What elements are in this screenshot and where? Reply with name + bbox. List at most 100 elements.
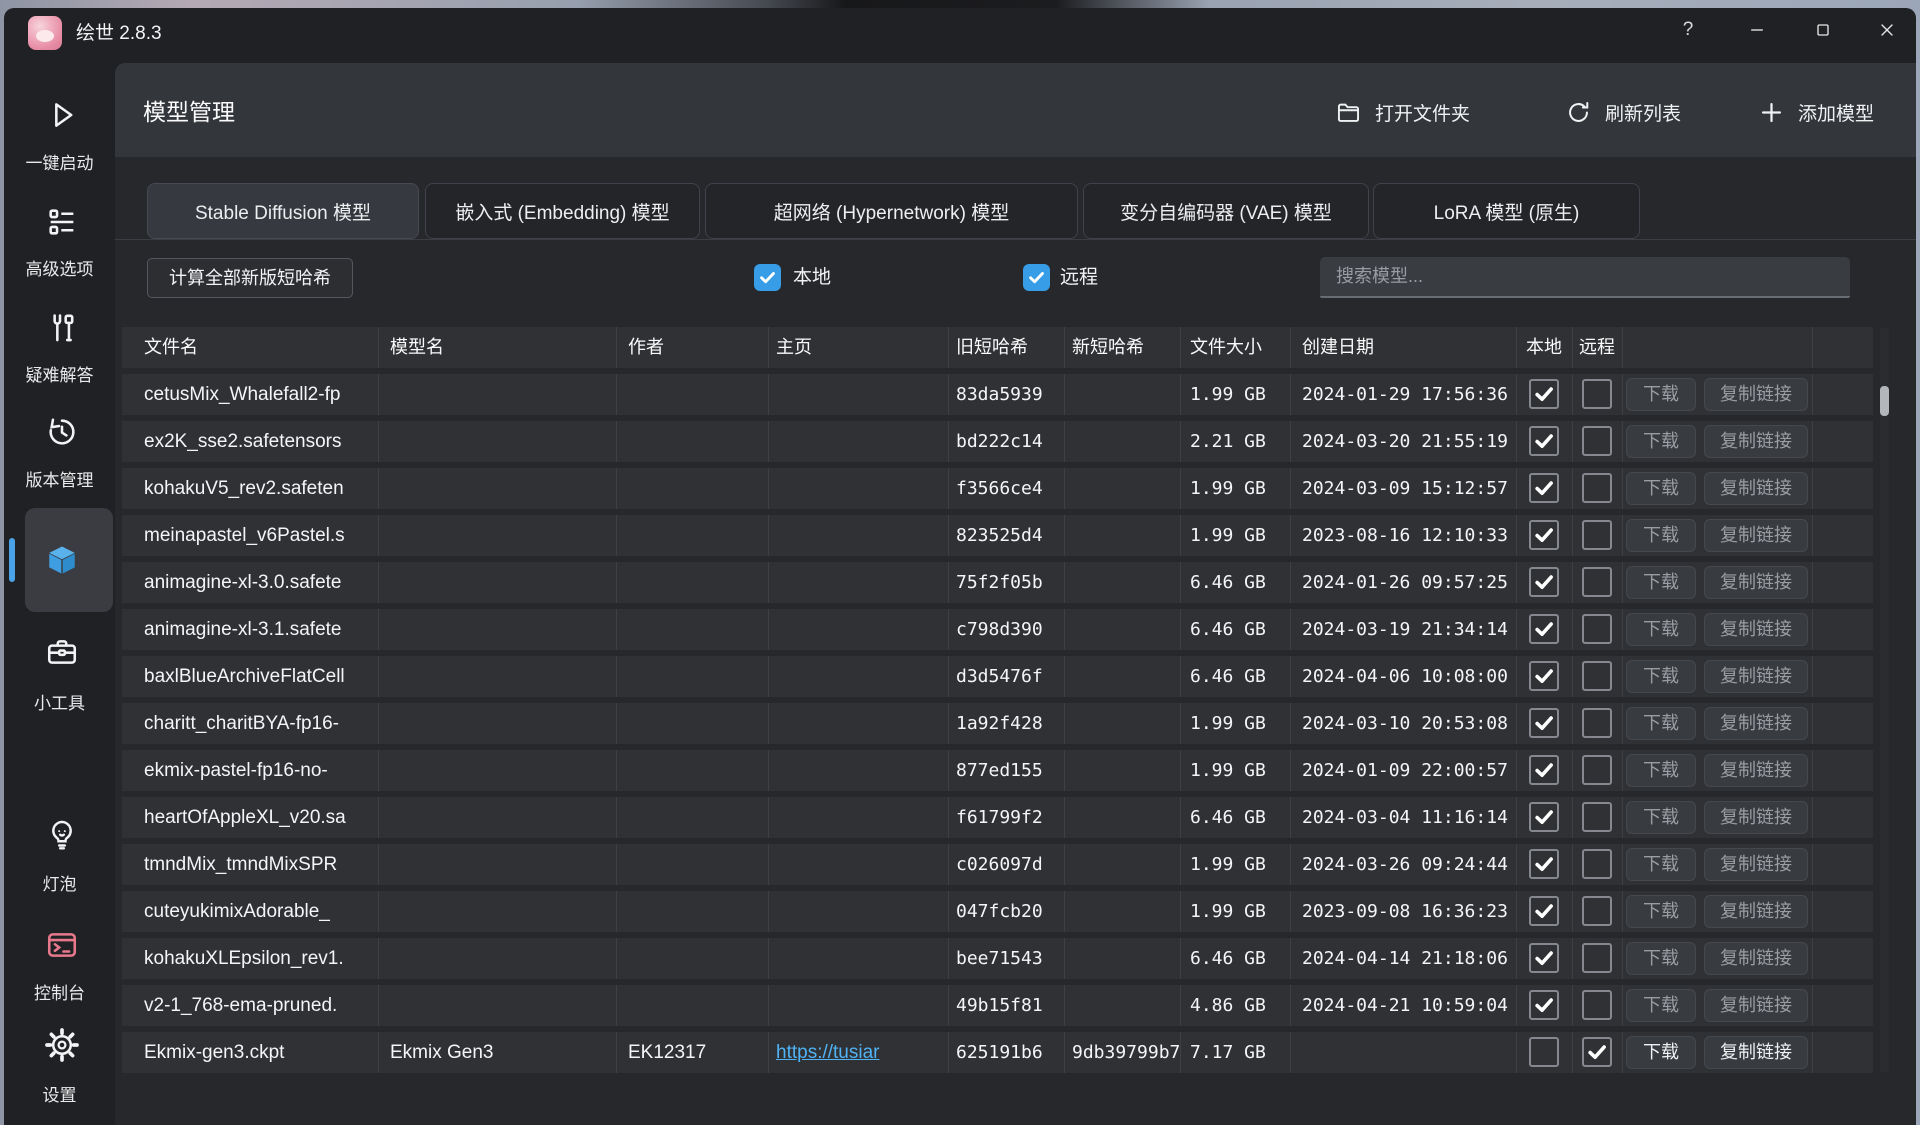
copy-link-button[interactable]: 复制链接: [1704, 895, 1808, 928]
cell-size: 6.46 GB: [1180, 609, 1290, 650]
copy-link-button[interactable]: 复制链接: [1704, 519, 1808, 552]
column-separator: [1572, 421, 1573, 462]
row-local-checkbox[interactable]: [1529, 849, 1559, 879]
download-button[interactable]: 下载: [1626, 707, 1696, 740]
download-button[interactable]: 下载: [1626, 848, 1696, 881]
row-remote-checkbox[interactable]: [1582, 708, 1612, 738]
copy-link-button[interactable]: 复制链接: [1704, 801, 1808, 834]
help-button[interactable]: ?: [1671, 14, 1705, 46]
row-local-checkbox[interactable]: [1529, 379, 1559, 409]
cell-created: 2024-03-04 11:16:14: [1290, 797, 1516, 838]
copy-link-button[interactable]: 复制链接: [1704, 378, 1808, 411]
download-button[interactable]: 下载: [1626, 378, 1696, 411]
copy-link-button[interactable]: 复制链接: [1704, 754, 1808, 787]
table-row[interactable]: cetusMix_Whalefall2-fp83da59391.99 GB202…: [122, 374, 1873, 415]
row-remote-checkbox[interactable]: [1582, 990, 1612, 1020]
table-row[interactable]: tmndMix_tmndMixSPRc026097d1.99 GB2024-03…: [122, 844, 1873, 885]
row-remote-checkbox[interactable]: [1582, 802, 1612, 832]
add-model-button[interactable]: 添加模型: [1758, 90, 1874, 134]
download-button[interactable]: 下载: [1626, 989, 1696, 1022]
row-local-checkbox[interactable]: [1529, 426, 1559, 456]
refresh-list-button[interactable]: 刷新列表: [1565, 90, 1681, 134]
table-scrollbar-track[interactable]: [1880, 327, 1889, 1073]
close-button[interactable]: [1870, 14, 1904, 46]
table-row[interactable]: kohakuXLEpsilon_rev1.bee715436.46 GB2024…: [122, 938, 1873, 979]
row-local-checkbox[interactable]: [1529, 520, 1559, 550]
table-row[interactable]: cuteyukimixAdorable_047fcb201.99 GB2023-…: [122, 891, 1873, 932]
table-row[interactable]: meinapastel_v6Pastel.s823525d41.99 GB202…: [122, 515, 1873, 556]
row-remote-checkbox[interactable]: [1582, 520, 1612, 550]
row-local-checkbox[interactable]: [1529, 990, 1559, 1020]
table-row[interactable]: charitt_charitBYA-fp16-1a92f4281.99 GB20…: [122, 703, 1873, 744]
tab-0[interactable]: Stable Diffusion 模型: [147, 183, 419, 239]
copy-link-button[interactable]: 复制链接: [1704, 989, 1808, 1022]
row-remote-checkbox[interactable]: [1582, 849, 1612, 879]
table-row[interactable]: ex2K_sse2.safetensorsbd222c142.21 GB2024…: [122, 421, 1873, 462]
row-remote-checkbox[interactable]: [1582, 614, 1612, 644]
table-row[interactable]: baxlBlueArchiveFlatCelld3d5476f6.46 GB20…: [122, 656, 1873, 697]
row-remote-checkbox[interactable]: [1582, 943, 1612, 973]
row-remote-checkbox[interactable]: [1582, 661, 1612, 691]
table-row[interactable]: heartOfAppleXL_v20.saf61799f26.46 GB2024…: [122, 797, 1873, 838]
tab-1[interactable]: 嵌入式 (Embedding) 模型: [425, 183, 700, 239]
search-input[interactable]: [1320, 257, 1850, 298]
row-remote-checkbox[interactable]: [1582, 567, 1612, 597]
tab-3[interactable]: 变分自编码器 (VAE) 模型: [1083, 183, 1369, 239]
row-remote-checkbox[interactable]: [1582, 473, 1612, 503]
download-button[interactable]: 下载: [1626, 425, 1696, 458]
column-header-model: 模型名: [378, 327, 616, 368]
row-local-checkbox[interactable]: [1529, 802, 1559, 832]
column-separator: [1622, 797, 1623, 838]
copy-link-button[interactable]: 复制链接: [1704, 848, 1808, 881]
row-remote-checkbox[interactable]: [1582, 426, 1612, 456]
row-local-checkbox[interactable]: [1529, 755, 1559, 785]
row-local-checkbox[interactable]: [1529, 614, 1559, 644]
copy-link-button[interactable]: 复制链接: [1704, 566, 1808, 599]
row-remote-checkbox[interactable]: [1582, 1037, 1612, 1067]
download-button[interactable]: 下载: [1626, 754, 1696, 787]
open-folder-button[interactable]: 打开文件夹: [1335, 90, 1470, 134]
row-local-checkbox[interactable]: [1529, 473, 1559, 503]
download-button[interactable]: 下载: [1626, 895, 1696, 928]
row-local-checkbox[interactable]: [1529, 943, 1559, 973]
download-button[interactable]: 下载: [1626, 660, 1696, 693]
row-remote-checkbox[interactable]: [1582, 755, 1612, 785]
row-local-checkbox[interactable]: [1529, 708, 1559, 738]
row-local-checkbox[interactable]: [1529, 896, 1559, 926]
table-row[interactable]: Ekmix-gen3.ckptEkmix Gen3EK12317https://…: [122, 1032, 1873, 1073]
table-scrollbar-thumb[interactable]: [1880, 386, 1889, 416]
row-remote-checkbox[interactable]: [1582, 896, 1612, 926]
copy-link-button[interactable]: 复制链接: [1704, 942, 1808, 975]
column-separator: [1812, 609, 1813, 650]
tab-4[interactable]: LoRA 模型 (原生): [1373, 183, 1640, 239]
download-button[interactable]: 下载: [1626, 519, 1696, 552]
table-row[interactable]: animagine-xl-3.1.safetec798d3906.46 GB20…: [122, 609, 1873, 650]
remote-filter-checkbox[interactable]: [1023, 264, 1050, 291]
copy-link-button[interactable]: 复制链接: [1704, 1036, 1808, 1069]
minimize-button[interactable]: [1740, 14, 1774, 46]
download-button[interactable]: 下载: [1626, 613, 1696, 646]
tab-2[interactable]: 超网络 (Hypernetwork) 模型: [705, 183, 1078, 239]
table-row[interactable]: kohakuV5_rev2.safetenf3566ce41.99 GB2024…: [122, 468, 1873, 509]
download-button[interactable]: 下载: [1626, 1036, 1696, 1069]
table-row[interactable]: animagine-xl-3.0.safete75f2f05b6.46 GB20…: [122, 562, 1873, 603]
homepage-link[interactable]: https://tusiar: [768, 1032, 948, 1073]
copy-link-button[interactable]: 复制链接: [1704, 472, 1808, 505]
download-button[interactable]: 下载: [1626, 801, 1696, 834]
download-button[interactable]: 下载: [1626, 942, 1696, 975]
compute-hash-button[interactable]: 计算全部新版短哈希: [147, 258, 353, 298]
row-local-checkbox[interactable]: [1529, 567, 1559, 597]
row-remote-checkbox[interactable]: [1582, 379, 1612, 409]
download-button[interactable]: 下载: [1626, 472, 1696, 505]
row-local-checkbox[interactable]: [1529, 1037, 1559, 1067]
copy-link-button[interactable]: 复制链接: [1704, 660, 1808, 693]
table-row[interactable]: ekmix-pastel-fp16-no-877ed1551.99 GB2024…: [122, 750, 1873, 791]
table-row[interactable]: v2-1_768-ema-pruned.49b15f814.86 GB2024-…: [122, 985, 1873, 1026]
copy-link-button[interactable]: 复制链接: [1704, 707, 1808, 740]
local-filter-checkbox[interactable]: [754, 264, 781, 291]
download-button[interactable]: 下载: [1626, 566, 1696, 599]
copy-link-button[interactable]: 复制链接: [1704, 613, 1808, 646]
copy-link-button[interactable]: 复制链接: [1704, 425, 1808, 458]
row-local-checkbox[interactable]: [1529, 661, 1559, 691]
maximize-button[interactable]: [1806, 14, 1840, 46]
